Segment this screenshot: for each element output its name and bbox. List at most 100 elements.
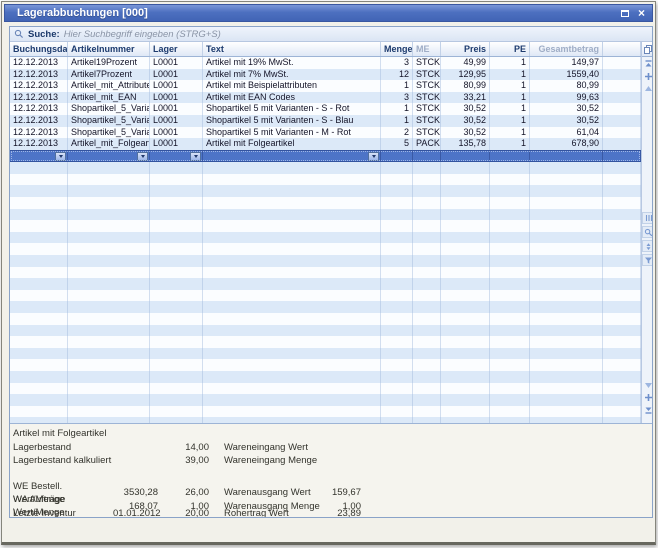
cell-lager[interactable]: L0001 [150,80,203,92]
table-row[interactable]: 12.12.2013Artikel7ProzentL0001Artikel mi… [10,69,641,81]
filter-cell-artikelnummer[interactable] [68,151,150,162]
filter-cell-text[interactable] [203,151,381,162]
cell-me[interactable]: STCK [413,69,441,81]
column-layout-icon[interactable] [642,212,652,224]
column-header-artikelnummer[interactable]: Artikelnummer [68,42,150,56]
cell-gesamtbetrag[interactable]: 61,04 [530,127,603,139]
cell-artikelnummer[interactable]: Shopartikel_5_Variant [68,103,150,115]
cell-pe[interactable]: 1 [490,138,530,150]
filter-cell-buchungsdatum[interactable] [10,151,68,162]
cell-text[interactable]: Artikel mit Folgeartikel [203,138,381,150]
column-header-blank[interactable] [603,42,641,56]
filter-cell-pe[interactable] [490,151,530,162]
cell-pe[interactable]: 1 [490,57,530,69]
cell-text[interactable]: Artikel mit EAN Codes [203,92,381,104]
cell-gesamtbetrag[interactable]: 678,90 [530,138,603,150]
cell-buchungsdatum[interactable]: 12.12.2013 [10,138,68,150]
column-header-text[interactable]: Text [203,42,381,56]
sort-icon[interactable] [642,240,652,252]
cell-me[interactable]: STCK [413,57,441,69]
cell-buchungsdatum[interactable]: 12.12.2013 [10,92,68,104]
cell-blank[interactable] [603,127,641,139]
cell-blank[interactable] [603,115,641,127]
cell-buchungsdatum[interactable]: 12.12.2013 [10,115,68,127]
column-header-menge[interactable]: Menge [381,42,413,56]
filter-dropdown-button[interactable] [190,152,201,161]
cell-menge[interactable]: 5 [381,138,413,150]
cell-artikelnummer[interactable]: Shopartikel_5_Variant [68,127,150,139]
cell-menge[interactable]: 1 [381,115,413,127]
filter-dropdown-button[interactable] [55,152,66,161]
cell-menge[interactable]: 3 [381,57,413,69]
cell-blank[interactable] [603,138,641,150]
cell-preis[interactable]: 49,99 [441,57,490,69]
search-input[interactable]: Hier Suchbegriff eingeben (STRG+S) [64,29,221,40]
cell-pe[interactable]: 1 [490,115,530,127]
cell-buchungsdatum[interactable]: 12.12.2013 [10,69,68,81]
cell-gesamtbetrag[interactable]: 30,52 [530,103,603,115]
cell-gesamtbetrag[interactable]: 149,97 [530,57,603,69]
cell-pe[interactable]: 1 [490,103,530,115]
table-row[interactable]: 12.12.2013Artikel_mit_EANL0001Artikel mi… [10,92,641,104]
column-header-lager[interactable]: Lager [150,42,203,56]
cell-text[interactable]: Shopartikel 5 mit Varianten - M - Rot [203,127,381,139]
cell-preis[interactable]: 30,52 [441,115,490,127]
filter-cell-menge[interactable] [381,151,413,162]
cell-me[interactable]: STCK [413,80,441,92]
page-up-icon[interactable] [643,71,653,82]
cell-preis[interactable]: 129,95 [441,69,490,81]
cell-artikelnummer[interactable]: Artikel_mit_Attributen [68,80,150,92]
close-button[interactable]: × [635,7,648,19]
filter-row[interactable] [10,150,641,163]
cell-me[interactable]: STCK [413,92,441,104]
cell-me[interactable]: STCK [413,103,441,115]
cell-buchungsdatum[interactable]: 12.12.2013 [10,80,68,92]
cell-text[interactable]: Shopartikel 5 mit Varianten - S - Rot [203,103,381,115]
cell-menge[interactable]: 1 [381,80,413,92]
cell-preis[interactable]: 30,52 [441,127,490,139]
filter-cell-me[interactable] [413,151,441,162]
cell-gesamtbetrag[interactable]: 30,52 [530,115,603,127]
table-row[interactable]: 12.12.2013Artikel_mit_AttributenL0001Art… [10,80,641,92]
scroll-to-bottom-icon[interactable] [643,404,653,415]
cell-preis[interactable]: 30,52 [441,103,490,115]
cell-text[interactable]: Artikel mit 7% MwSt. [203,69,381,81]
cell-artikelnummer[interactable]: Artikel19Prozent [68,57,150,69]
cell-artikelnummer[interactable]: Artikel_mit_Folgeartik [68,138,150,150]
cell-text[interactable]: Artikel mit 19% MwSt. [203,57,381,69]
cell-me[interactable]: STCK [413,127,441,139]
restore-button[interactable] [618,7,631,19]
filter-cell-lager[interactable] [150,151,203,162]
title-bar[interactable]: Lagerabbuchungen [000] × [4,4,653,22]
cell-blank[interactable] [603,103,641,115]
cell-pe[interactable]: 1 [490,80,530,92]
scroll-up-icon[interactable] [643,83,653,94]
scroll-to-top-icon[interactable] [643,59,653,70]
page-down-icon[interactable] [643,392,653,403]
filter-cell-preis[interactable] [441,151,490,162]
cell-menge[interactable]: 1 [381,103,413,115]
cell-artikelnummer[interactable]: Artikel_mit_EAN [68,92,150,104]
cell-blank[interactable] [603,80,641,92]
cell-blank[interactable] [603,92,641,104]
cell-gesamtbetrag[interactable]: 80,99 [530,80,603,92]
cell-preis[interactable]: 135,78 [441,138,490,150]
column-header-me[interactable]: ME [413,42,441,56]
cell-artikelnummer[interactable]: Artikel7Prozent [68,69,150,81]
cell-me[interactable]: PACK [413,138,441,150]
cell-blank[interactable] [603,57,641,69]
cell-text[interactable]: Artikel mit Beispielattributen [203,80,381,92]
table-row[interactable]: 12.12.2013Shopartikel_5_VariantL0001Shop… [10,127,641,139]
cell-artikelnummer[interactable]: Shopartikel_5_Variant [68,115,150,127]
column-chooser-button[interactable] [642,42,652,57]
cell-menge[interactable]: 12 [381,69,413,81]
cell-lager[interactable]: L0001 [150,127,203,139]
cell-lager[interactable]: L0001 [150,115,203,127]
cell-preis[interactable]: 33,21 [441,92,490,104]
search-bar[interactable]: Suche: Hier Suchbegriff eingeben (STRG+S… [10,27,652,42]
filter-dropdown-button[interactable] [137,152,148,161]
cell-pe[interactable]: 1 [490,92,530,104]
cell-preis[interactable]: 80,99 [441,80,490,92]
cell-text[interactable]: Shopartikel 5 mit Varianten - S - Blau [203,115,381,127]
cell-lager[interactable]: L0001 [150,138,203,150]
